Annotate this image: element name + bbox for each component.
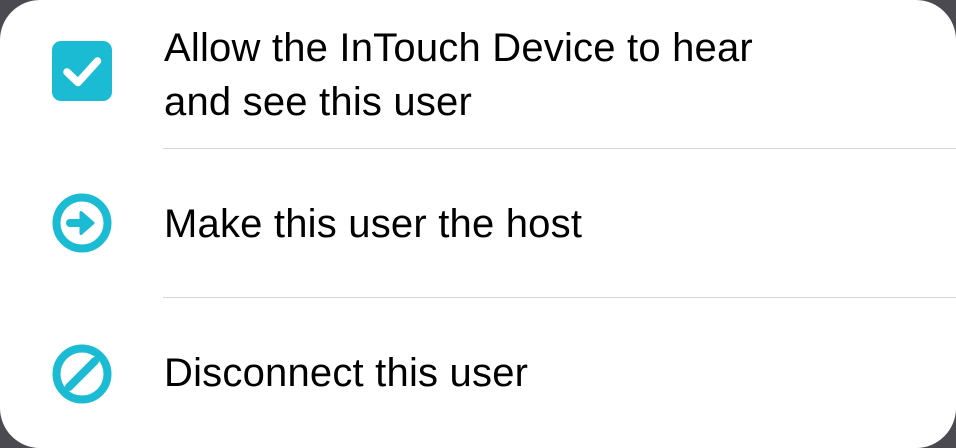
option-label: Disconnect this user: [164, 351, 529, 395]
user-options-sheet: Allow the InTouch Device to hear and see…: [0, 0, 956, 448]
option-label-line-2: and see this user: [164, 80, 473, 124]
option-disconnect[interactable]: Disconnect this user: [0, 298, 956, 448]
checkbox-checked-icon[interactable]: [52, 41, 112, 101]
option-make-host[interactable]: Make this user the host: [0, 149, 956, 298]
option-label: Make this user the host: [164, 202, 583, 246]
arrow-right-circle-icon: [52, 193, 112, 253]
prohibited-circle-icon: [52, 344, 112, 404]
option-allow-hear-see[interactable]: Allow the InTouch Device to hear and see…: [0, 0, 956, 149]
option-label: Allow the InTouch Device to hear and see…: [164, 21, 916, 129]
option-label-line-1: Allow the InTouch Device to hear: [164, 26, 753, 70]
